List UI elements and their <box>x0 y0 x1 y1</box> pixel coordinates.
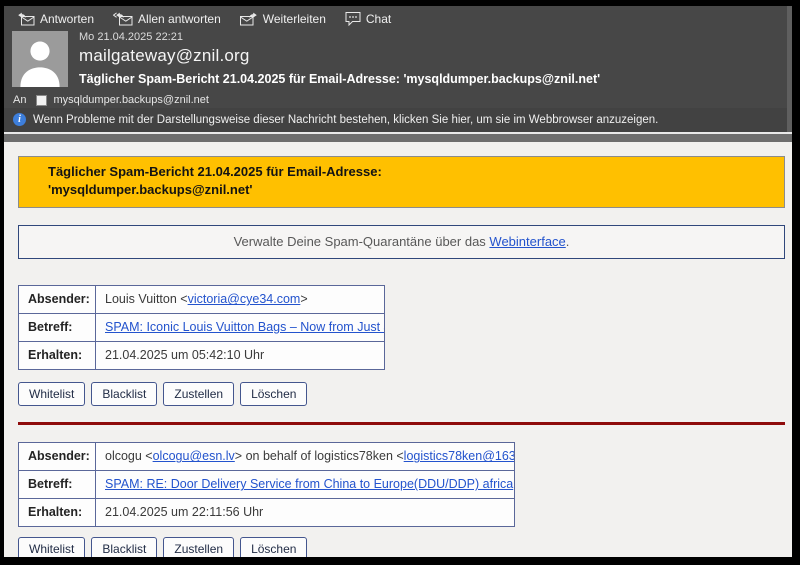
blacklist-button[interactable]: Blacklist <box>91 382 157 406</box>
forward-button[interactable]: Weiterleiten <box>240 12 326 26</box>
response-toolbar: Antworten Allen antworten Weiterleiten <box>4 6 792 29</box>
header-main: Mo 21.04.2025 22:21 mailgateway@znil.org… <box>4 29 792 90</box>
reply-all-button[interactable]: Allen antworten <box>113 12 221 26</box>
received-label: Erhalten: <box>19 341 96 369</box>
sender-text: Louis Vuitton < <box>105 292 188 306</box>
to-label: An <box>13 94 26 106</box>
subject-value: SPAM: Iconic Louis Vuitton Bags – Now fr… <box>96 313 385 341</box>
mail-window: Antworten Allen antworten Weiterleiten <box>0 0 800 565</box>
sender-email-link[interactable]: victoria@cye34.com <box>188 292 301 306</box>
message-date: Mo 21.04.2025 22:21 <box>79 31 780 43</box>
table-row: Absender: Louis Vuitton <victoria@cye34.… <box>19 285 385 313</box>
received-value: 21.04.2025 um 22:11:56 Uhr <box>96 498 515 526</box>
reply-button[interactable]: Antworten <box>17 12 94 26</box>
spam-message-table-2: Absender: olcogu <olcogu@esn.lv> on beha… <box>18 442 515 527</box>
divider-rule <box>18 422 785 425</box>
chat-label: Chat <box>366 12 391 26</box>
info-banner-text: Wenn Probleme mit der Darstellungsweise … <box>33 114 658 126</box>
scrollbar[interactable] <box>787 6 792 132</box>
subject-label: Betreff: <box>19 313 96 341</box>
sender-value: Louis Vuitton <victoria@cye34.com> <box>96 285 385 313</box>
table-row: Betreff: SPAM: Iconic Louis Vuitton Bags… <box>19 313 385 341</box>
message-header: Antworten Allen antworten Weiterleiten <box>4 6 792 132</box>
reply-label: Antworten <box>40 12 94 26</box>
recipient-address[interactable]: mysqldumper.backups@znil.net <box>53 94 208 106</box>
quarantine-suffix: . <box>566 234 570 249</box>
reading-pane: Antworten Allen antworten Weiterleiten <box>4 6 792 557</box>
reply-all-label: Allen antworten <box>138 12 221 26</box>
table-row: Erhalten: 21.04.2025 um 22:11:56 Uhr <box>19 498 515 526</box>
action-buttons-1: Whitelist Blacklist Zustellen Löschen <box>18 382 785 406</box>
reply-all-icon <box>113 12 133 26</box>
subject-label: Betreff: <box>19 470 96 498</box>
deliver-button[interactable]: Zustellen <box>163 537 234 557</box>
person-icon <box>12 31 68 87</box>
spam-subject-link[interactable]: SPAM: Iconic Louis Vuitton Bags – Now fr… <box>105 320 385 334</box>
quarantine-box: Verwalte Deine Spam-Quarantäne über das … <box>18 225 785 259</box>
received-value: 21.04.2025 um 05:42:10 Uhr <box>96 341 385 369</box>
webinterface-link[interactable]: Webinterface <box>489 234 565 249</box>
sender-email-link[interactable]: olcogu@esn.lv <box>153 449 235 463</box>
header-text: Mo 21.04.2025 22:21 mailgateway@znil.org… <box>79 30 780 87</box>
info-icon: i <box>13 113 26 126</box>
chat-icon <box>345 11 361 26</box>
table-row: Betreff: SPAM: RE: Door Delivery Service… <box>19 470 515 498</box>
sender-value: olcogu <olcogu@esn.lv> on behalf of logi… <box>96 442 515 470</box>
sender-label: Absender: <box>19 285 96 313</box>
sender-text: olcogu < <box>105 449 153 463</box>
avatar[interactable] <box>12 31 68 87</box>
subject-value: SPAM: RE: Door Delivery Service from Chi… <box>96 470 515 498</box>
spam-subject-link[interactable]: SPAM: RE: Door Delivery Service from Chi… <box>105 477 513 491</box>
action-buttons-2: Whitelist Blacklist Zustellen Löschen <box>18 537 785 557</box>
message-subject: Täglicher Spam-Bericht 21.04.2025 für Em… <box>79 72 780 86</box>
info-banner[interactable]: i Wenn Probleme mit der Darstellungsweis… <box>4 108 792 132</box>
whitelist-button[interactable]: Whitelist <box>18 382 85 406</box>
delete-button[interactable]: Löschen <box>240 382 307 406</box>
forward-icon <box>240 12 258 26</box>
table-row: Absender: olcogu <olcogu@esn.lv> on beha… <box>19 442 515 470</box>
deliver-button[interactable]: Zustellen <box>163 382 234 406</box>
sender-email-link-2[interactable]: logistics78ken@163.com <box>404 449 515 463</box>
chat-button[interactable]: Chat <box>345 11 391 26</box>
report-banner: Täglicher Spam-Bericht 21.04.2025 für Em… <box>18 156 785 208</box>
received-label: Erhalten: <box>19 498 96 526</box>
sender-text: > on behalf of logistics78ken < <box>235 449 404 463</box>
recipient-row: An mysqldumper.backups@znil.net <box>4 90 792 108</box>
forward-label: Weiterleiten <box>263 12 326 26</box>
message-body: Täglicher Spam-Bericht 21.04.2025 für Em… <box>4 142 792 557</box>
sender-label: Absender: <box>19 442 96 470</box>
table-row: Erhalten: 21.04.2025 um 05:42:10 Uhr <box>19 341 385 369</box>
reply-icon <box>17 12 35 26</box>
whitelist-button[interactable]: Whitelist <box>18 537 85 557</box>
contact-icon <box>36 95 47 106</box>
sender-text: > <box>300 292 307 306</box>
spam-message-table-1: Absender: Louis Vuitton <victoria@cye34.… <box>18 285 385 370</box>
report-banner-line1: Täglicher Spam-Bericht 21.04.2025 für Em… <box>48 163 774 181</box>
separator-gray <box>4 134 792 142</box>
blacklist-button[interactable]: Blacklist <box>91 537 157 557</box>
delete-button[interactable]: Löschen <box>240 537 307 557</box>
sender-address[interactable]: mailgateway@znil.org <box>79 46 780 66</box>
quarantine-text: Verwalte Deine Spam-Quarantäne über das <box>234 234 490 249</box>
report-banner-line2: 'mysqldumper.backups@znil.net' <box>48 181 774 199</box>
